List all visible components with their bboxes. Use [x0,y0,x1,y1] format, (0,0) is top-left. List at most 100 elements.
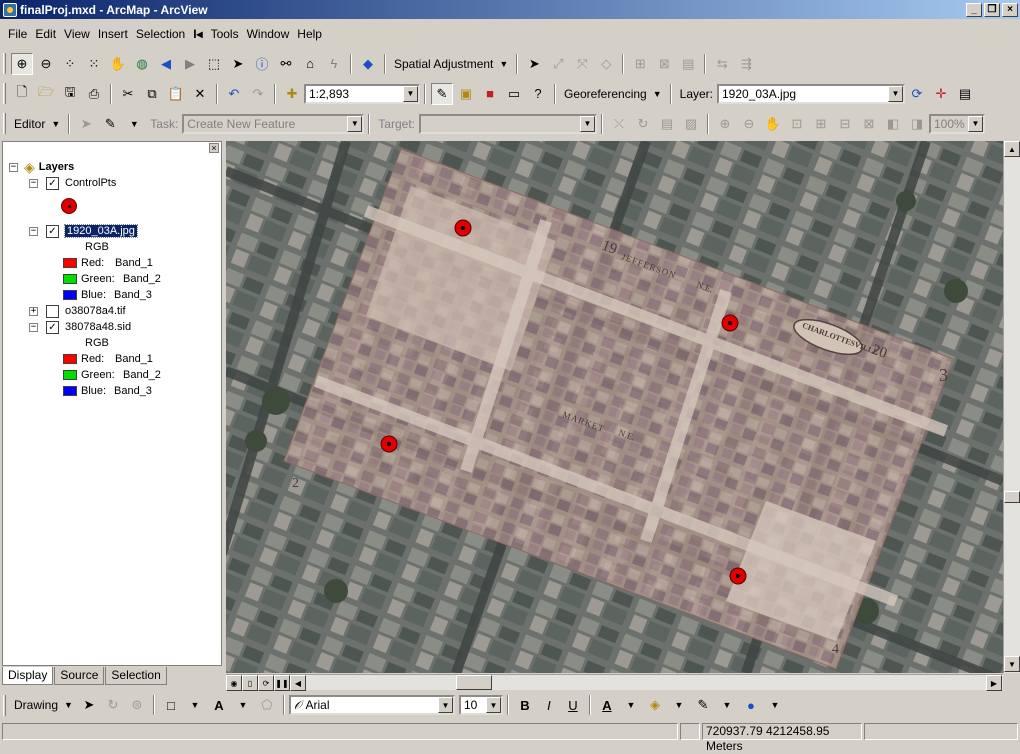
chevron-down-icon[interactable]: ▼ [232,694,254,716]
collapse-icon[interactable]: − [29,322,38,332]
rotate-element-icon[interactable]: ↻ [102,694,124,716]
restore-button[interactable]: ❐ [984,2,1000,17]
link-table-icon[interactable]: ▤ [677,53,699,75]
font-name-select[interactable]: 𝒪 Arial ▼ [288,695,455,715]
chevron-down-icon[interactable]: ▼ [347,115,363,132]
toolbar-grip[interactable] [3,83,6,104]
pause-drawing-icon[interactable]: ❚❚ [274,675,290,691]
target-select[interactable]: ▼ [418,113,597,134]
menu-insert[interactable]: Insert [94,27,132,41]
band-row-blue[interactable]: Blue: Band_3 [63,287,152,303]
menu-view[interactable]: View [60,27,94,41]
control-point[interactable] [380,435,398,453]
page-extent-icon[interactable]: ⊠ [858,113,880,135]
forward-extent-icon[interactable]: ▶ [179,53,201,75]
data-view-icon[interactable]: ◉ [226,675,242,691]
layout-zoom-select[interactable]: 100% ▼ [928,113,985,134]
chevron-down-icon[interactable]: ▼ [485,697,501,713]
select-elements-icon[interactable]: ➤ [227,53,249,75]
edge-match-icon[interactable]: ⇶ [735,53,757,75]
menu-selection[interactable]: Selection [132,27,189,41]
find-binoculars-icon[interactable]: ⚯ [275,53,297,75]
print-icon[interactable]: ⎙ [83,83,105,105]
cut-icon[interactable]: ✂ [117,83,139,105]
control-point[interactable] [729,567,747,585]
chevron-down-icon[interactable]: ▼ [967,115,983,132]
layer-visibility-checkbox[interactable]: ✓ [46,320,59,334]
edit-tool-icon[interactable]: ➤ [75,113,97,135]
band-row-red[interactable]: Red: Band_1 [63,351,153,367]
refresh-icon[interactable]: ⟳ [258,675,274,691]
tab-selection[interactable]: Selection [105,667,167,685]
layer-row-38078a48[interactable]: − ✓ 38078a48.sid [29,319,131,335]
minimize-button[interactable]: _ [966,2,982,17]
chevron-down-icon[interactable]: ▼ [764,694,786,716]
add-data-icon[interactable]: ✚ [281,83,303,105]
new-displacement-link-icon[interactable]: ⤢ [547,53,569,75]
new-document-icon[interactable]: 🗋 [11,83,33,105]
fixed-zoom-out-icon[interactable]: ⁙ [83,53,105,75]
zoom-out-icon[interactable]: ⊖ [35,53,57,75]
underline-icon[interactable]: U [562,694,584,716]
expand-icon[interactable]: + [29,306,38,316]
zoom-to-selected-icon[interactable]: ⊜ [126,694,148,716]
map-view[interactable]: 19 20 2 3 4 JEFFERSON N.E. MARKET N.E. C… [226,141,1003,673]
collapse-icon[interactable]: − [9,162,18,172]
pan-hand-icon[interactable]: ✋ [107,53,129,75]
modify-link-icon[interactable]: ⤧ [571,53,593,75]
map-vertical-scrollbar[interactable]: ▲ ▼ [1003,141,1020,673]
toolbar-grip[interactable] [3,694,6,716]
delete-icon[interactable]: ✕ [189,83,211,105]
grid-icon[interactable]: ⊞ [629,53,651,75]
split-tool-icon[interactable]: ⤬ [608,113,630,135]
toolbox-red-icon[interactable]: ■ [479,83,501,105]
control-point[interactable] [721,314,739,332]
fixed-zoom-in-icon[interactable]: ⁘ [59,53,81,75]
collapse-icon[interactable]: − [29,178,38,188]
identify-icon[interactable]: ⓘ [251,53,273,75]
chevron-down-icon[interactable]: ▼ [716,694,738,716]
georeferencing-menu[interactable]: Georeferencing ▼ [560,83,666,105]
task-select[interactable]: Create New Feature ▼ [182,113,365,134]
map-horizontal-scrollbar[interactable]: ◉ ▯ ⟳ ❚❚ ◀ ▶ [226,674,1003,691]
attribute-transfer-icon[interactable]: ⇆ [711,53,733,75]
bold-icon[interactable]: B [514,694,536,716]
chevron-down-icon[interactable]: ▼ [888,85,903,102]
chevron-down-icon[interactable]: ▼ [123,113,145,135]
edit-vertices-icon[interactable]: ⬠ [256,694,278,716]
scroll-up-icon[interactable]: ▲ [1004,141,1020,157]
layer-select[interactable]: 1920_03A.jpg ▼ [717,83,905,104]
edit-cursor-icon[interactable]: I◂ [189,27,206,41]
attributes-icon[interactable]: ▤ [656,113,678,135]
editor-menu[interactable]: Editor ▼ [10,113,64,135]
measure-icon[interactable]: ⌂ [299,53,321,75]
menu-file[interactable]: File [4,27,31,41]
line-color-icon[interactable]: ✎ [692,694,714,716]
font-size-select[interactable]: 10 ▼ [458,695,503,715]
whats-this-help-icon[interactable]: ? [527,83,549,105]
vertical-scroll-thumb[interactable] [1004,491,1020,503]
editor-toolbar-toggle-icon[interactable]: ✎ [431,82,453,105]
rotate-tool-icon[interactable]: ↻ [632,113,654,135]
band-row-red[interactable]: Red: Band_1 [63,255,153,271]
band-row-blue[interactable]: Blue: Band_3 [63,383,152,399]
layer-visibility-checkbox[interactable]: ✓ [46,224,59,238]
scroll-down-icon[interactable]: ▼ [1004,656,1020,672]
multiple-displacement-icon[interactable]: ◇ [595,53,617,75]
sketch-pencil-icon[interactable]: ✎ [99,113,121,135]
chevron-down-icon[interactable]: ▼ [620,694,642,716]
chevron-down-icon[interactable]: ▼ [437,697,453,713]
layer-row-o38078a4[interactable]: + o38078a4.tif [29,303,126,319]
fixed-zoom-page-icon[interactable]: ⊟ [834,113,856,135]
rectangle-icon[interactable]: □ [160,694,182,716]
back-page-icon[interactable]: ◧ [882,113,904,135]
layout-view-icon[interactable]: ▯ [242,675,258,691]
marker-color-icon[interactable]: ● [740,694,762,716]
zoom-out-fixed-icon[interactable]: ⊖ [738,113,760,135]
map-scale-combo[interactable]: 1:2,893 ▼ [304,83,420,104]
font-color-icon[interactable]: A [596,694,618,716]
toolbar-grip[interactable] [3,113,6,134]
horizontal-scroll-thumb[interactable] [456,675,492,690]
fill-color-icon[interactable]: ◈ [644,694,666,716]
back-extent-icon[interactable]: ◀ [155,53,177,75]
